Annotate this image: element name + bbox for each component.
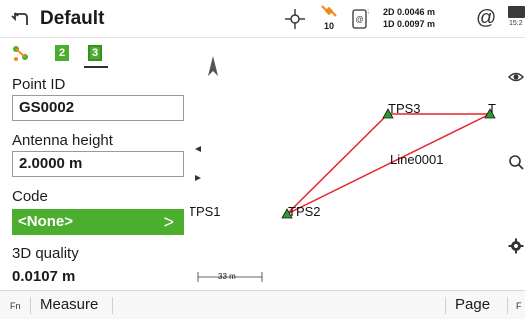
position-quality: 2D 0.0046 m 1D 0.0097 m (383, 6, 435, 30)
chevron-right-icon: > (163, 212, 174, 232)
eye-icon[interactable] (508, 69, 524, 85)
code-value: <None> (18, 213, 74, 230)
svg-text:@: @ (355, 15, 363, 24)
quality-value: 0.0107 m (12, 268, 76, 285)
status-bar: Default 10 @ 7 2D 0.0046 m 1D 0.0097 m @… (0, 0, 525, 38)
measure-form: Point ID GS0002 Antenna height 2.0000 m … (0, 70, 190, 290)
antenna-height-label: Antenna height (12, 132, 113, 149)
page-button[interactable]: Page (455, 296, 490, 314)
gear-icon[interactable] (508, 238, 524, 254)
softkey-divider (112, 297, 113, 314)
quality-2d: 2D 0.0046 m (383, 7, 436, 17)
softkey-bar: Fn Measure Page F (0, 290, 525, 319)
point-id-label: Point ID (12, 76, 66, 93)
map-toolbar (497, 38, 525, 290)
battery-icon (508, 6, 525, 18)
softkey-divider (507, 297, 508, 314)
svg-text:7: 7 (367, 10, 369, 16)
line-label: Line0001 (390, 152, 444, 167)
code-label: Code (12, 188, 48, 205)
fn-key[interactable]: Fn (10, 301, 21, 311)
softkey-divider (445, 297, 446, 314)
controller-icon[interactable]: @ 7 (351, 8, 369, 30)
map-view[interactable]: TPS1 TPS2 TPS3 TP Line0001 33 m (190, 38, 497, 290)
search-icon[interactable] (508, 154, 524, 170)
crosshair-icon[interactable] (284, 8, 306, 30)
satellite-count: 10 (324, 21, 335, 31)
active-tab-indicator (84, 66, 108, 68)
quality-label: 3D quality (12, 245, 79, 262)
softkey-divider (30, 297, 31, 314)
north-arrow-icon (208, 56, 218, 76)
f-key[interactable]: F (516, 301, 522, 311)
point-label-tps2: TPS2 (288, 204, 321, 219)
line-tps4-tps2 (286, 113, 491, 215)
antenna-height-field[interactable]: 2.0000 m (12, 151, 184, 177)
point-label-tps3: TPS3 (388, 101, 421, 116)
point-label-tps1: TPS1 (190, 204, 221, 219)
tab-3[interactable]: 3 (88, 45, 102, 61)
point-id-field[interactable]: GS0002 (12, 95, 184, 121)
scale-label: 33 m (218, 272, 236, 281)
tab-bar: 2 3 (0, 38, 190, 70)
map-canvas (195, 56, 496, 282)
pan-right-icon (195, 175, 201, 181)
point-label-tps4: TP (488, 101, 497, 116)
survey-lines (286, 113, 491, 215)
quality-1d: 1D 0.0097 m (383, 19, 436, 29)
battery-text: 15:2 (509, 20, 523, 27)
battery-indicator: 15:2 (508, 6, 525, 34)
pan-left-icon (195, 146, 201, 152)
connection-icon[interactable]: @ (476, 6, 496, 30)
code-selector[interactable]: <None> > (12, 209, 184, 235)
back-icon[interactable] (10, 9, 30, 29)
page-title: Default (40, 8, 105, 29)
map-tab-icon[interactable] (10, 44, 32, 64)
measure-button[interactable]: Measure (40, 296, 98, 314)
line-tps2-tps3 (286, 113, 389, 215)
tab-2[interactable]: 2 (55, 45, 69, 61)
